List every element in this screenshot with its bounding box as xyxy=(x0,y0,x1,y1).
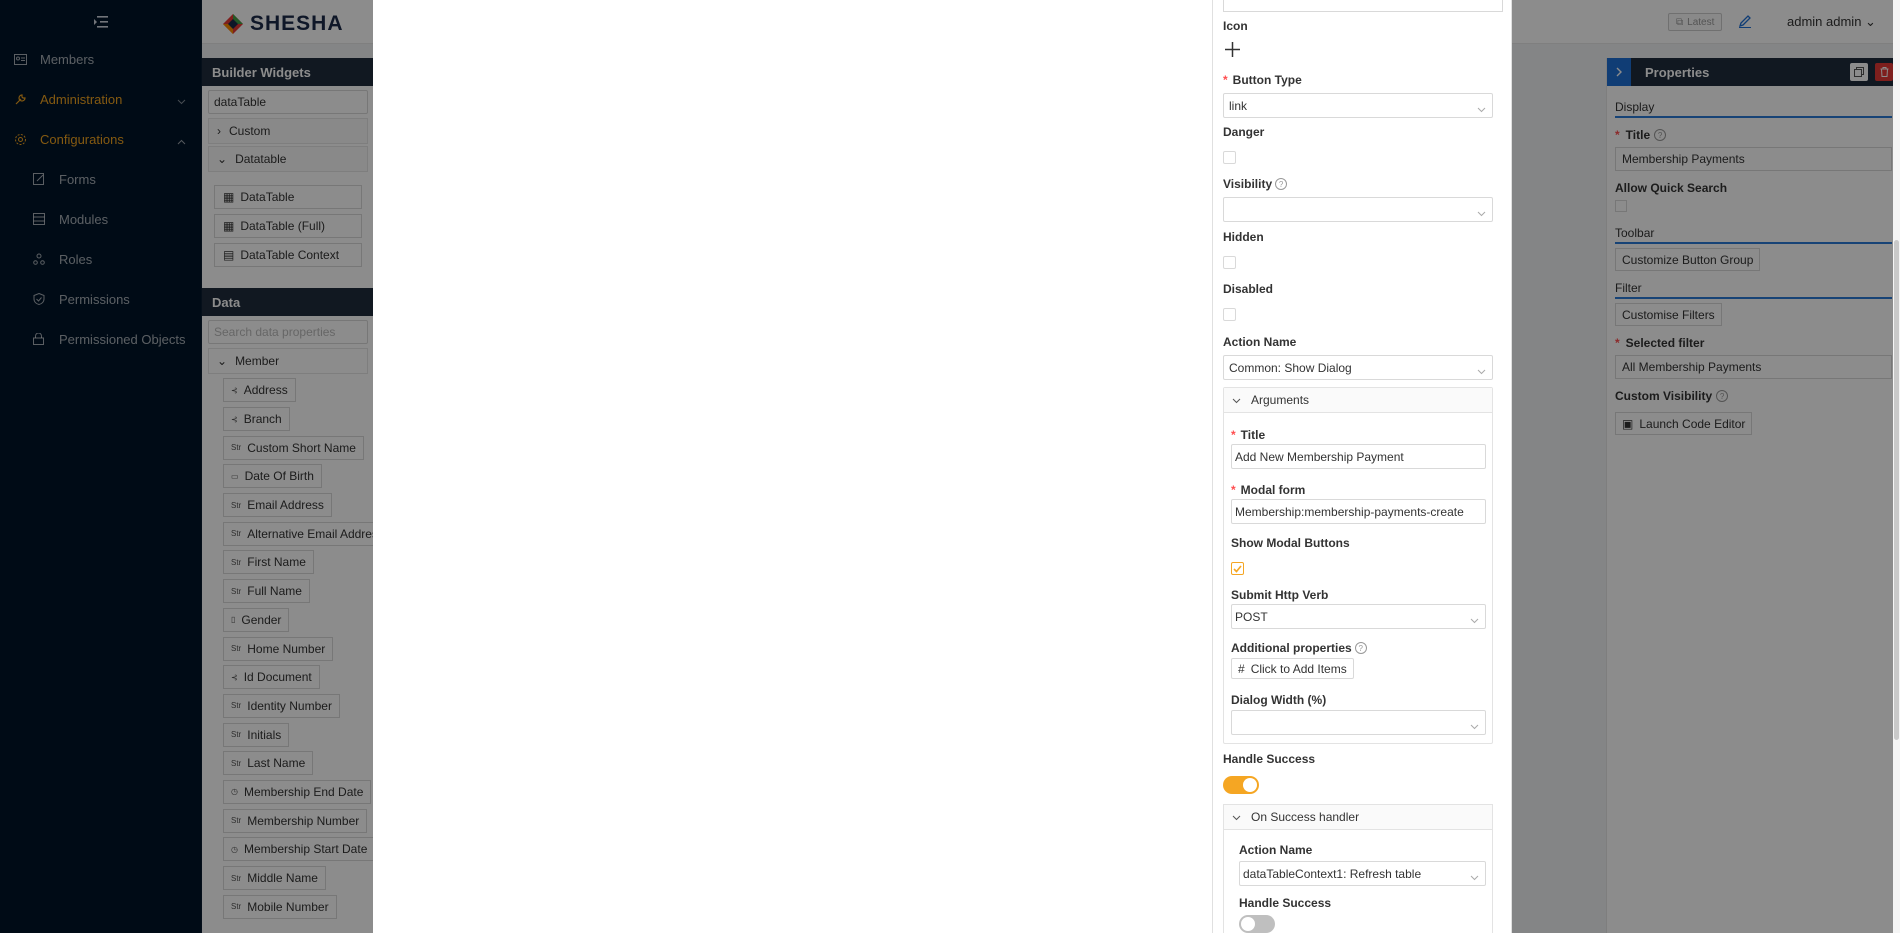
disabled-label: Disabled xyxy=(1223,282,1274,296)
arguments-header[interactable]: Arguments xyxy=(1224,388,1492,413)
plus-icon[interactable] xyxy=(1224,41,1241,61)
on-success-title: On Success handler xyxy=(1251,810,1360,824)
additional-props-label-text: Additional properties xyxy=(1231,641,1352,655)
dialog-width-label: Dialog Width (%) xyxy=(1231,693,1327,707)
icon-label: Icon xyxy=(1223,19,1248,33)
additional-props-label: Additional properties? xyxy=(1231,641,1367,655)
action-name-select[interactable]: Common: Show Dialog xyxy=(1223,355,1493,380)
on-success-header[interactable]: On Success handler xyxy=(1224,805,1492,830)
http-verb-value: POST xyxy=(1235,609,1268,624)
chevron-down-icon xyxy=(1477,102,1486,116)
scrollbar-thumb[interactable] xyxy=(1894,240,1899,740)
visibility-label: Visibility? xyxy=(1223,177,1288,191)
action-name-value: Common: Show Dialog xyxy=(1229,360,1352,375)
handle-success-label: Handle Success xyxy=(1223,752,1316,766)
button-type-select[interactable]: link xyxy=(1223,93,1493,118)
add-items-label: Click to Add Items xyxy=(1250,661,1347,676)
visibility-label-text: Visibility xyxy=(1223,177,1273,191)
help-icon: ? xyxy=(1354,642,1367,654)
chevron-down-icon xyxy=(1470,870,1479,884)
success-handle-success-label: Handle Success xyxy=(1239,896,1332,910)
modal-form-label: * Modal form xyxy=(1231,483,1306,497)
action-name-label: Action Name xyxy=(1223,335,1297,349)
handle-success-toggle[interactable] xyxy=(1223,776,1259,794)
success-action-name-select[interactable]: dataTableContext1: Refresh table xyxy=(1239,861,1486,886)
success-handle-success-toggle[interactable] xyxy=(1239,915,1275,933)
button-type-label: * Button Type xyxy=(1223,73,1302,87)
show-modal-buttons-checkbox[interactable] xyxy=(1231,562,1244,575)
dialog-width-select[interactable] xyxy=(1231,710,1486,735)
textarea-bottom[interactable] xyxy=(1223,0,1503,12)
chevron-down-icon xyxy=(1477,206,1486,220)
chevron-down-icon xyxy=(1477,364,1486,378)
success-action-name-label: Action Name xyxy=(1239,843,1313,857)
button-settings-drawer: Icon * Button Type link Danger Visibility… xyxy=(1212,0,1512,933)
modal-form-input[interactable]: Membership:membership-payments-create xyxy=(1231,499,1486,524)
modal-form-label-text: Modal form xyxy=(1240,483,1306,497)
hidden-checkbox[interactable] xyxy=(1223,256,1236,269)
arg-title-input[interactable]: Add New Membership Payment xyxy=(1231,444,1486,469)
chevron-down-icon xyxy=(1470,719,1479,733)
toggle-knob xyxy=(1241,917,1255,931)
http-verb-label: Submit Http Verb xyxy=(1231,588,1329,602)
toggle-knob xyxy=(1243,778,1257,792)
chevron-down-icon xyxy=(1232,393,1241,407)
add-items-button[interactable]: # Click to Add Items xyxy=(1231,658,1354,679)
chevron-down-icon xyxy=(1470,613,1479,627)
hidden-label: Hidden xyxy=(1223,230,1264,244)
danger-checkbox[interactable] xyxy=(1223,151,1236,164)
arguments-title: Arguments xyxy=(1251,393,1310,407)
page-scrollbar[interactable] xyxy=(1893,0,1900,933)
number-icon: # xyxy=(1238,661,1245,676)
arg-title-label: * Title xyxy=(1231,428,1266,442)
help-icon: ? xyxy=(1275,178,1288,190)
chevron-down-icon xyxy=(1232,810,1241,824)
show-modal-buttons-label: Show Modal Buttons xyxy=(1231,536,1350,550)
button-type-label-text: Button Type xyxy=(1232,73,1302,87)
disabled-checkbox[interactable] xyxy=(1223,308,1236,321)
on-success-panel: On Success handler Action Name dataTable… xyxy=(1223,804,1493,933)
button-type-value: link xyxy=(1229,98,1248,113)
arg-title-label-text: Title xyxy=(1240,428,1266,442)
http-verb-select[interactable]: POST xyxy=(1231,604,1486,629)
danger-label: Danger xyxy=(1223,125,1265,139)
arguments-panel: Arguments * Title Add New Membership Paym… xyxy=(1223,387,1493,744)
visibility-select[interactable] xyxy=(1223,197,1493,222)
success-action-name-value: dataTableContext1: Refresh table xyxy=(1243,866,1422,881)
